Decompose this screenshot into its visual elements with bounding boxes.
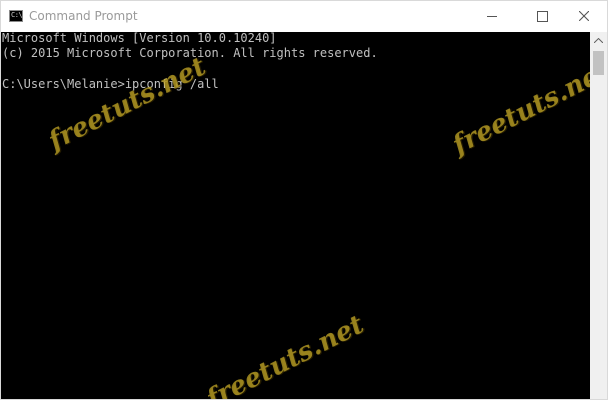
command-prompt-window: C:\ Command Prompt Microsoft Windows [Ve…: [0, 0, 608, 400]
scrollbar-thumb[interactable]: [593, 51, 604, 75]
watermark-logo: freetuts.net: [43, 51, 211, 157]
console-line-version: Microsoft Windows [Version 10.0.10240]: [2, 32, 277, 45]
scroll-up-button[interactable]: [590, 32, 607, 49]
minimize-icon: [487, 16, 497, 17]
maximize-icon: [537, 11, 548, 22]
watermark-logo: freetuts.net: [447, 55, 590, 161]
vertical-scrollbar[interactable]: [590, 32, 607, 399]
command-prompt-icon[interactable]: C:\: [9, 10, 23, 22]
close-icon: [579, 11, 589, 21]
command-prompt-icon-text: C:\: [11, 11, 23, 19]
watermark-logo: freetuts.net: [201, 309, 369, 400]
chevron-up-icon: [594, 38, 603, 43]
window-title: Command Prompt: [29, 9, 138, 23]
minimize-button[interactable]: [469, 1, 515, 32]
title-bar[interactable]: C:\ Command Prompt: [1, 1, 607, 32]
close-button[interactable]: [561, 1, 607, 32]
maximize-button[interactable]: [519, 1, 565, 32]
console-output[interactable]: Microsoft Windows [Version 10.0.10240] (…: [1, 32, 590, 400]
